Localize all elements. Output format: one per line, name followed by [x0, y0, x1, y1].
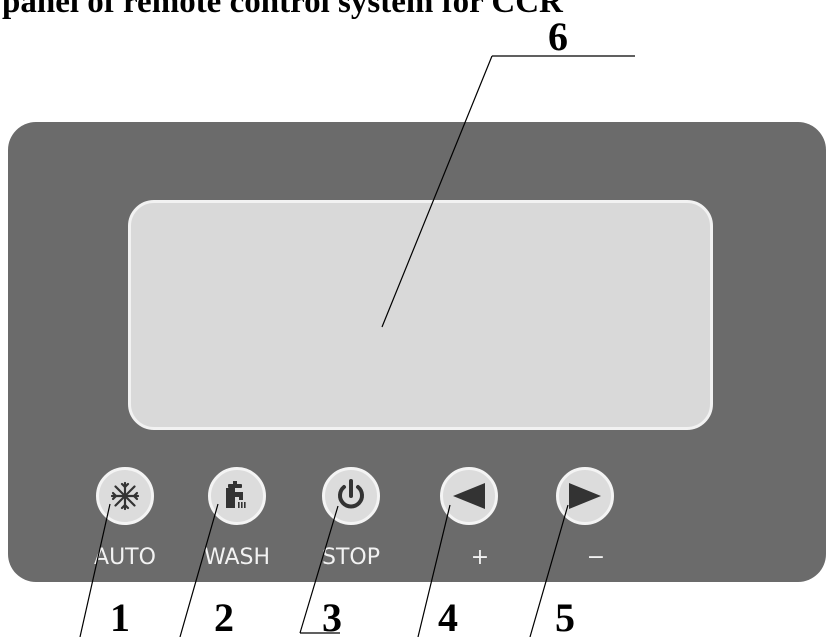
callout-2: 2 [214, 595, 234, 640]
callout-6: 6 [548, 14, 568, 59]
callout-4: 4 [438, 595, 458, 640]
callout-1: 1 [110, 595, 130, 640]
callout-3: 3 [322, 595, 342, 640]
callout-5: 5 [555, 595, 575, 640]
leader-lines [79, 55, 635, 637]
